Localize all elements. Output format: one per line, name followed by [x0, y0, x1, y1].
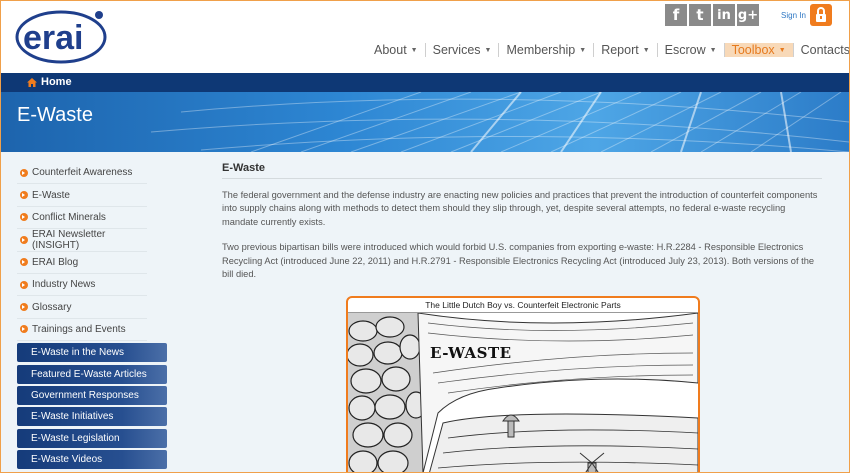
- sidebar-button-government-responses[interactable]: Government Responses: [17, 386, 167, 406]
- bullet-icon: [20, 303, 28, 312]
- sidebar-button-legislation[interactable]: E-Waste Legislation: [17, 428, 167, 448]
- svg-text:erai: erai: [23, 19, 84, 57]
- facebook-icon[interactable]: f: [665, 4, 687, 26]
- page-title: E-Waste: [17, 104, 93, 126]
- page-frame: erai f t in g+ Sign In About ▼ Services ▼ …: [0, 0, 850, 473]
- bullet-icon: [20, 235, 28, 244]
- cartoon-label: E-WASTE: [430, 344, 512, 362]
- article-paragraph: Two previous bipartisan bills were intro…: [222, 242, 815, 280]
- bullet-icon: [20, 191, 28, 200]
- linkedin-icon[interactable]: in: [713, 4, 735, 26]
- bullet-icon: [20, 168, 28, 177]
- sidebar-link-glossary[interactable]: Glossary: [17, 296, 147, 319]
- lock-icon[interactable]: [810, 4, 832, 26]
- nav-membership[interactable]: Membership ▼: [499, 43, 593, 57]
- page-banner: E-Waste: [1, 92, 849, 152]
- main-article: E-Waste The federal government and the d…: [222, 162, 822, 472]
- nav-report[interactable]: Report ▼: [594, 43, 656, 57]
- main-nav: About ▼ Services ▼ Membership ▼ Report ▼ Esc…: [367, 43, 849, 57]
- article-paragraph: The federal government and the defense i…: [222, 190, 818, 227]
- bullet-icon: [20, 325, 28, 334]
- banner-grid-graphic: [150, 92, 849, 152]
- sidebar-button-in-the-news[interactable]: E-Waste in the News: [17, 343, 167, 363]
- erai-logo[interactable]: erai: [13, 7, 109, 65]
- google-plus-icon[interactable]: g+: [737, 4, 759, 26]
- article-heading: E-Waste: [222, 162, 822, 179]
- nav-escrow[interactable]: Escrow ▼: [658, 43, 724, 57]
- cartoon-image: The Little Dutch Boy vs. Counterfeit Ele…: [346, 296, 700, 472]
- sidebar: Counterfeit Awareness E-Waste Conflict M…: [17, 162, 169, 469]
- signin-link[interactable]: Sign In: [781, 11, 806, 20]
- nav-toolbox[interactable]: Toolbox ▼: [724, 43, 793, 57]
- nav-services[interactable]: Services ▼: [426, 43, 499, 57]
- cartoon-title: The Little Dutch Boy vs. Counterfeit Ele…: [348, 298, 698, 313]
- sidebar-button-initiatives[interactable]: E-Waste Initiatives: [17, 407, 167, 427]
- sidebar-button-videos[interactable]: E-Waste Videos: [17, 449, 167, 469]
- sidebar-button-featured-articles[interactable]: Featured E-Waste Articles: [17, 364, 167, 384]
- sidebar-link-newsletter[interactable]: ERAI Newsletter (INSIGHT): [17, 229, 147, 252]
- bullet-icon: [20, 213, 28, 222]
- home-link[interactable]: Home: [27, 76, 72, 88]
- social-links: f t in g+: [665, 4, 759, 26]
- nav-contacts[interactable]: Contacts▼: [794, 43, 849, 57]
- nav-about[interactable]: About ▼: [367, 43, 425, 57]
- sidebar-link-trainings[interactable]: Trainings and Events: [17, 319, 147, 342]
- breadcrumb: Home: [1, 73, 849, 92]
- sidebar-link-conflict-minerals[interactable]: Conflict Minerals: [17, 207, 147, 230]
- home-icon: [27, 77, 37, 87]
- twitter-icon[interactable]: t: [689, 4, 711, 26]
- bullet-icon: [20, 280, 28, 289]
- cartoon-illustration: [348, 313, 698, 472]
- sidebar-link-blog[interactable]: ERAI Blog: [17, 252, 147, 274]
- bullet-icon: [20, 258, 28, 267]
- sidebar-link-counterfeit-awareness[interactable]: Counterfeit Awareness: [17, 162, 147, 185]
- sidebar-link-e-waste[interactable]: E-Waste: [17, 184, 147, 207]
- sidebar-link-industry-news[interactable]: Industry News: [17, 274, 147, 297]
- content-area: Counterfeit Awareness E-Waste Conflict M…: [1, 152, 849, 472]
